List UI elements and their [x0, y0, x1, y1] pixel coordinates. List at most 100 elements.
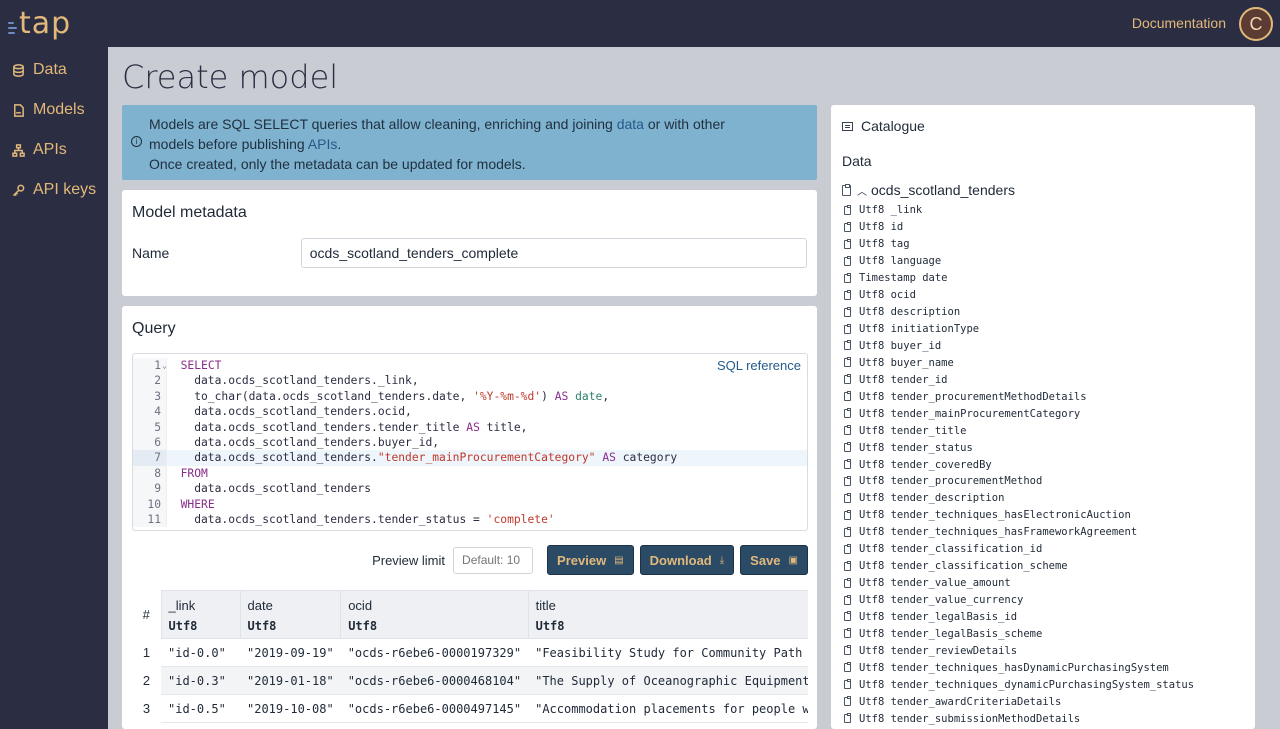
table-header-row: # _link Utf8 date Utf8 ocid Utf8 title Utf8 [132, 590, 808, 639]
catalogue-column-label: Utf8 tender_classification_scheme [859, 560, 1068, 573]
clipboard-icon[interactable] [844, 560, 851, 571]
column-header-link[interactable]: _link Utf8 [160, 590, 241, 639]
apis-link[interactable]: APIs [308, 136, 338, 152]
preview-results-table[interactable]: # _link Utf8 date Utf8 ocid Utf8 title Utf8 … [132, 590, 808, 729]
clipboard-icon[interactable] [844, 492, 851, 503]
sidebar-item-data[interactable]: Data [0, 50, 108, 90]
clipboard-icon[interactable] [844, 272, 851, 283]
top-bar: tap Documentation C [0, 0, 1280, 47]
clipboard-icon[interactable] [844, 713, 851, 724]
save-button[interactable]: Save ▣ [740, 545, 808, 575]
catalogue-column-item[interactable]: Utf8 tender_classification_scheme [842, 558, 1244, 575]
clipboard-icon[interactable] [844, 221, 851, 232]
clipboard-icon[interactable] [844, 204, 851, 215]
catalogue-column-item[interactable]: Utf8 tender_status [842, 439, 1244, 456]
clipboard-icon[interactable] [844, 289, 851, 300]
sql-reference-link[interactable]: SQL reference [717, 358, 801, 373]
catalogue-column-item[interactable]: Utf8 buyer_name [842, 354, 1244, 371]
clipboard-icon[interactable] [844, 628, 851, 639]
catalogue-column-item[interactable]: Utf8 tender_awardCriteriaDetails [842, 693, 1244, 710]
catalogue-column-item[interactable]: Utf8 tender_id [842, 371, 1244, 388]
catalogue-column-item[interactable]: Utf8 tender_value_currency [842, 592, 1244, 609]
catalogue-column-item[interactable]: Utf8 tender_procurementMethod [842, 473, 1244, 490]
clipboard-icon[interactable] [844, 255, 851, 266]
column-header-ocid[interactable]: ocid Utf8 [340, 590, 529, 639]
catalogue-column-item[interactable]: Utf8 tender_techniques_hasElectronicAuct… [842, 507, 1244, 524]
clipboard-icon[interactable] [844, 306, 851, 317]
data-link[interactable]: data [617, 116, 644, 132]
catalogue-column-item[interactable]: Utf8 tender_title [842, 422, 1244, 439]
code-line: 9 data.ocds_scotland_tenders [133, 481, 807, 497]
catalogue-column-item[interactable]: Utf8 tender_reviewDetails [842, 642, 1244, 659]
clipboard-icon[interactable] [844, 526, 851, 537]
clipboard-icon[interactable] [844, 662, 851, 673]
clipboard-icon[interactable] [844, 594, 851, 605]
catalogue-column-item[interactable]: Utf8 tender_techniques_hasFrameworkAgree… [842, 524, 1244, 541]
clipboard-icon[interactable] [844, 475, 851, 486]
column-header-date[interactable]: date Utf8 [239, 590, 342, 639]
catalogue-column-item[interactable]: Utf8 tender_legalBasis_scheme [842, 625, 1244, 642]
catalogue-column-item[interactable]: Utf8 id [842, 219, 1244, 236]
catalogue-table-item[interactable]: ︿ ocds_scotland_tenders [842, 182, 1244, 198]
download-button[interactable]: Download ⤓ [639, 545, 735, 575]
catalogue-column-item[interactable]: Utf8 tender_submissionMethodDetails [842, 710, 1244, 727]
clipboard-icon[interactable] [844, 408, 851, 419]
clipboard-icon[interactable] [844, 679, 851, 690]
clipboard-icon[interactable] [844, 577, 851, 588]
api-network-icon [11, 143, 25, 157]
table-cell: "2019-09-19" [240, 638, 341, 667]
clipboard-icon[interactable] [844, 357, 851, 368]
catalogue-column-item[interactable]: Timestamp date [842, 270, 1244, 287]
preview-button[interactable]: Preview ▤ [547, 545, 634, 575]
clipboard-icon[interactable] [844, 442, 851, 453]
catalogue-column-item[interactable]: Utf8 tender_description [842, 490, 1244, 507]
clipboard-icon[interactable] [844, 425, 851, 436]
documentation-link[interactable]: Documentation [1132, 15, 1226, 31]
sidebar-item-api-keys[interactable]: API keys [0, 170, 108, 210]
sidebar-item-apis[interactable]: APIs [0, 130, 108, 170]
clipboard-icon[interactable] [844, 645, 851, 656]
catalogue-column-list: Utf8 _link Utf8 id Utf8 tag Utf8 language Ti… [842, 202, 1244, 727]
catalogue-column-item[interactable]: Utf8 tag [842, 236, 1244, 253]
catalogue-column-item[interactable]: Utf8 tender_procurementMethodDetails [842, 388, 1244, 405]
catalogue-column-label: Utf8 tender_value_currency [859, 594, 1024, 607]
catalogue-column-item[interactable]: Utf8 tender_techniques_hasDynamicPurchas… [842, 659, 1244, 676]
sql-editor[interactable]: 1 ⌄ SELECT 2 data.ocds_scotland_tenders._… [132, 353, 808, 531]
catalogue-column-item[interactable]: Utf8 language [842, 253, 1244, 270]
catalogue-column-item[interactable]: Utf8 tender_techniques_dynamicPurchasing… [842, 676, 1244, 693]
chevron-up-icon[interactable]: ︿ [857, 183, 867, 198]
app-logo[interactable]: tap [8, 4, 71, 42]
code-line: 11 data.ocds_scotland_tenders.tender_sta… [133, 511, 807, 528]
catalogue-column-item[interactable]: Utf8 tender_value_amount [842, 575, 1244, 592]
clipboard-icon[interactable] [844, 543, 851, 554]
clipboard-icon[interactable] [844, 391, 851, 402]
clipboard-icon[interactable] [842, 183, 851, 196]
catalogue-column-label: Timestamp date [859, 272, 948, 285]
catalogue-column-item[interactable]: Utf8 _link [842, 202, 1244, 219]
catalogue-column-label: Utf8 tender_id [859, 373, 948, 386]
catalogue-column-item[interactable]: Utf8 initiationType [842, 321, 1244, 338]
clipboard-icon[interactable] [844, 340, 851, 351]
preview-limit-input[interactable] [453, 546, 534, 574]
column-header-title[interactable]: title Utf8 [527, 590, 808, 639]
column-type: Utf8 [168, 619, 198, 633]
clipboard-icon[interactable] [844, 696, 851, 707]
sidebar-item-models[interactable]: Models [0, 90, 108, 130]
catalogue-column-item[interactable]: Utf8 buyer_id [842, 338, 1244, 355]
catalogue-column-label: Utf8 tender_submissionMethodDetails [859, 712, 1081, 725]
clipboard-icon[interactable] [844, 238, 851, 249]
clipboard-icon[interactable] [844, 509, 851, 520]
catalogue-column-item[interactable]: Utf8 tender_mainProcurementCategory [842, 405, 1244, 422]
catalogue-column-item[interactable]: Utf8 tender_classification_id [842, 541, 1244, 558]
catalogue-column-item[interactable]: Utf8 tender_coveredBy [842, 456, 1244, 473]
clipboard-icon[interactable] [844, 374, 851, 385]
catalogue-column-item[interactable]: Utf8 ocid [842, 287, 1244, 304]
user-avatar[interactable]: C [1239, 7, 1273, 41]
clipboard-icon[interactable] [844, 459, 851, 470]
clipboard-icon[interactable] [844, 611, 851, 622]
catalogue-column-item[interactable]: Utf8 description [842, 304, 1244, 321]
catalogue-column-item[interactable]: Utf8 tender_legalBasis_id [842, 609, 1244, 626]
clipboard-icon[interactable] [844, 323, 851, 334]
catalogue-column-label: Utf8 tender_techniques_hasElectronicAuct… [859, 509, 1131, 522]
model-name-input[interactable] [300, 238, 807, 268]
